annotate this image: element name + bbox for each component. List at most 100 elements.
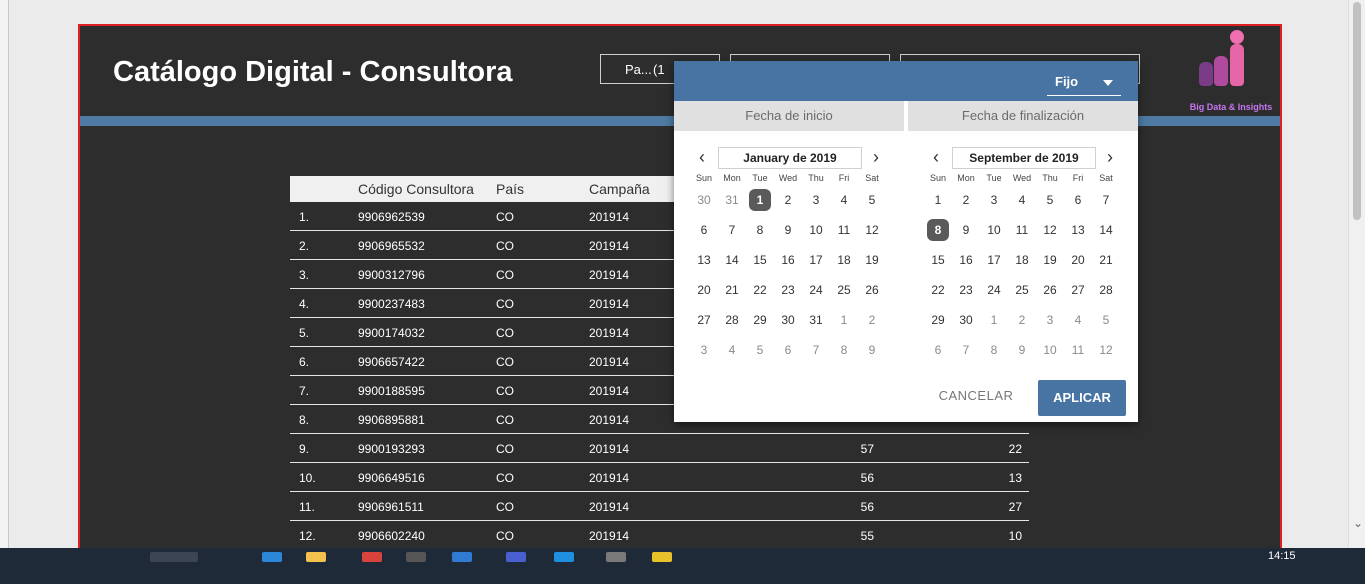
table-row[interactable]: 10. 9906649516 CO 201914 56 13	[290, 463, 1029, 492]
calendar-day[interactable]: 23	[774, 277, 802, 303]
table-row[interactable]: 12. 9906602240 CO 201914 55 10	[290, 521, 1029, 550]
taskbar-app-icon[interactable]	[306, 552, 326, 562]
calendar-day[interactable]: 7	[718, 217, 746, 243]
calendar-day[interactable]: 30	[952, 307, 980, 333]
calendar-day[interactable]: 8	[830, 337, 858, 363]
calendar-day[interactable]: 4	[1008, 187, 1036, 213]
taskbar-app-icon[interactable]	[362, 552, 382, 562]
calendar-day[interactable]: 9	[858, 337, 886, 363]
calendar-day[interactable]: 7	[802, 337, 830, 363]
calendar-day[interactable]: 13	[1064, 217, 1092, 243]
calendar-day[interactable]: 9	[952, 217, 980, 243]
calendar-day[interactable]: 2	[858, 307, 886, 333]
calendar-day[interactable]: 28	[718, 307, 746, 333]
scroll-down-icon[interactable]: ⌄	[1353, 516, 1363, 530]
calendar-day[interactable]: 7	[1092, 187, 1120, 213]
month-select-end[interactable]: September de 2019	[952, 147, 1096, 169]
calendar-day[interactable]: 27	[1064, 277, 1092, 303]
calendar-day[interactable]: 6	[1064, 187, 1092, 213]
taskbar-app-icon[interactable]	[262, 552, 282, 562]
calendar-day[interactable]: 12	[858, 217, 886, 243]
calendar-day[interactable]: 13	[690, 247, 718, 273]
calendar-day[interactable]: 25	[1008, 277, 1036, 303]
taskbar-app-icon[interactable]	[506, 552, 526, 562]
calendar-day[interactable]: 2	[952, 187, 980, 213]
calendar-day[interactable]: 1	[980, 307, 1008, 333]
calendar-day[interactable]: 10	[1036, 337, 1064, 363]
calendar-day[interactable]: 26	[858, 277, 886, 303]
calendar-day[interactable]: 14	[718, 247, 746, 273]
calendar-day[interactable]: 19	[1036, 247, 1064, 273]
calendar-day[interactable]: 21	[1092, 247, 1120, 273]
calendar-day[interactable]: 11	[1008, 217, 1036, 243]
calendar-day[interactable]: 23	[952, 277, 980, 303]
calendar-day[interactable]: 5	[746, 337, 774, 363]
calendar-day[interactable]: 31	[802, 307, 830, 333]
calendar-day[interactable]: 12	[1036, 217, 1064, 243]
calendar-day[interactable]: 19	[858, 247, 886, 273]
chevron-right-icon[interactable]: ›	[868, 147, 884, 168]
calendar-day[interactable]: 2	[774, 187, 802, 213]
calendar-day[interactable]: 30	[774, 307, 802, 333]
calendar-day[interactable]: 28	[1092, 277, 1120, 303]
taskbar-app-icon[interactable]	[452, 552, 472, 562]
calendar-day[interactable]: 6	[774, 337, 802, 363]
calendar-day[interactable]: 17	[802, 247, 830, 273]
header-pais[interactable]: País	[496, 181, 524, 197]
calendar-day[interactable]: 15	[924, 247, 952, 273]
calendar-day[interactable]: 2	[1008, 307, 1036, 333]
header-codigo[interactable]: Código Consultora	[358, 181, 474, 197]
calendar-day[interactable]: 10	[802, 217, 830, 243]
apply-button[interactable]: APLICAR	[1038, 380, 1126, 416]
calendar-day[interactable]: 6	[690, 217, 718, 243]
vertical-scrollbar[interactable]	[1348, 0, 1365, 548]
calendar-day[interactable]: 4	[1064, 307, 1092, 333]
scrollbar-thumb[interactable]	[1353, 2, 1361, 220]
calendar-day-selected[interactable]: 1	[746, 187, 774, 213]
calendar-day[interactable]: 20	[1064, 247, 1092, 273]
cancel-button[interactable]: CANCELAR	[936, 381, 1016, 411]
calendar-day[interactable]: 9	[774, 217, 802, 243]
calendar-day[interactable]: 31	[718, 187, 746, 213]
calendar-day[interactable]: 11	[1064, 337, 1092, 363]
tab-end-date[interactable]: Fecha de finalización	[908, 101, 1138, 131]
calendar-day[interactable]: 29	[746, 307, 774, 333]
calendar-day[interactable]: 16	[952, 247, 980, 273]
calendar-day[interactable]: 22	[924, 277, 952, 303]
calendar-day[interactable]: 24	[802, 277, 830, 303]
chevron-left-icon[interactable]: ‹	[928, 147, 944, 168]
taskbar-app-icon[interactable]	[606, 552, 626, 562]
taskbar-app-icon[interactable]	[406, 552, 426, 562]
calendar-day[interactable]: 30	[690, 187, 718, 213]
calendar-day[interactable]: 1	[924, 187, 952, 213]
calendar-day[interactable]: 5	[1092, 307, 1120, 333]
calendar-day[interactable]: 22	[746, 277, 774, 303]
calendar-day[interactable]: 1	[830, 307, 858, 333]
month-select-start[interactable]: January de 2019	[718, 147, 862, 169]
calendar-day[interactable]: 3	[802, 187, 830, 213]
calendar-day[interactable]: 24	[980, 277, 1008, 303]
calendar-day-selected[interactable]: 8	[924, 217, 952, 243]
calendar-day[interactable]: 8	[746, 217, 774, 243]
calendar-day[interactable]: 27	[690, 307, 718, 333]
calendar-day[interactable]: 11	[830, 217, 858, 243]
calendar-day[interactable]: 3	[980, 187, 1008, 213]
calendar-day[interactable]: 3	[1036, 307, 1064, 333]
table-row[interactable]: 11. 9906961511 CO 201914 56 27	[290, 492, 1029, 521]
mode-dropdown[interactable]: Fijo	[1047, 73, 1121, 96]
calendar-day[interactable]: 6	[924, 337, 952, 363]
taskbar-app-icon[interactable]	[554, 552, 574, 562]
calendar-day[interactable]: 15	[746, 247, 774, 273]
calendar-day[interactable]: 4	[718, 337, 746, 363]
calendar-day[interactable]: 25	[830, 277, 858, 303]
calendar-day[interactable]: 29	[924, 307, 952, 333]
calendar-day[interactable]: 5	[858, 187, 886, 213]
calendar-day[interactable]: 7	[952, 337, 980, 363]
calendar-day[interactable]: 3	[690, 337, 718, 363]
taskbar-app-icon[interactable]	[150, 552, 198, 562]
calendar-day[interactable]: 16	[774, 247, 802, 273]
calendar-day[interactable]: 20	[690, 277, 718, 303]
chevron-right-icon[interactable]: ›	[1102, 147, 1118, 168]
tab-start-date[interactable]: Fecha de inicio	[674, 101, 904, 131]
calendar-day[interactable]: 8	[980, 337, 1008, 363]
